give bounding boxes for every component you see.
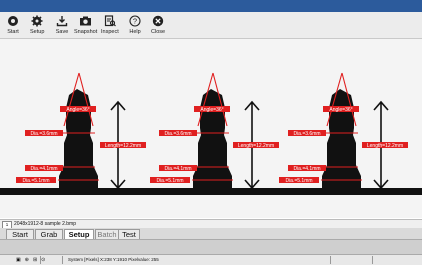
svg-text:Dia.=4.1mm: Dia.=4.1mm [30,166,57,172]
svg-text:Dia.=3.6mm: Dia.=3.6mm [30,131,57,137]
tab-bar: Start Grab Setup Batch Test [0,228,422,240]
inspect-button[interactable]: Inspect [101,14,119,37]
part-1: Angle=36° Dia.=3.6mm Length=12.2mm Dia.=… [16,72,146,190]
svg-text:Dia.=4.1mm: Dia.=4.1mm [164,166,191,172]
dia-base-label: Dia.=5.1mm [279,177,319,184]
svg-text:Dia.=5.1mm: Dia.=5.1mm [285,178,312,184]
base-line [0,188,422,195]
dia-top-label: Dia.=3.6mm [25,130,63,137]
svg-text:Length=12.2mm: Length=12.2mm [105,143,141,149]
svg-text:Dia.=5.1mm: Dia.=5.1mm [22,178,49,184]
svg-text:Length=12.2mm: Length=12.2mm [238,143,274,149]
dia-mid-label: Dia.=4.1mm [159,165,197,172]
svg-text:Dia.=3.6mm: Dia.=3.6mm [164,131,191,137]
divider [330,256,331,264]
gear-icon [30,14,44,28]
tab-test[interactable]: Test [118,229,140,239]
close-icon [151,14,165,28]
title-bar [0,0,422,12]
length-label: Length=12.2mm [100,142,146,149]
help-icon: ? [128,14,142,28]
divider [372,256,373,264]
dia-mid-label: Dia.=4.1mm [25,165,63,172]
svg-text:Length=12.2mm: Length=12.2mm [367,143,403,149]
tab-batch[interactable]: Batch [95,229,119,239]
start-icon [6,14,20,28]
angle-label: Angle=36° [60,106,96,113]
setup-button[interactable]: Setup [30,14,44,37]
save-icon [55,14,69,28]
dia-mid-label: Dia.=4.1mm [288,165,326,172]
close-button[interactable]: Close [151,14,165,37]
toolbar: Start Setup Save Snapshot Inspect ? Help [0,12,422,39]
tab-setup[interactable]: Setup [64,229,94,239]
svg-text:Dia.=3.6mm: Dia.=3.6mm [293,131,320,137]
dia-base-label: Dia.=5.1mm [150,177,190,184]
dia-top-label: Dia.=3.6mm [159,130,197,137]
camera-icon [79,14,93,28]
start-button[interactable]: Start [6,14,20,37]
help-button[interactable]: ? Help [128,14,142,37]
svg-text:Dia.=4.1mm: Dia.=4.1mm [293,166,320,172]
length-label: Length=12.2mm [362,142,408,149]
snapshot-button[interactable]: Snapshot [74,14,97,37]
dia-base-label: Dia.=5.1mm [16,177,56,184]
tab-panel [0,240,422,254]
length-label: Length=12.2mm [233,142,279,149]
part-3: Angle=36° Dia.=3.6mm Length=12.2mm Dia.=… [279,72,408,190]
save-button[interactable]: Save [55,14,69,37]
tab-start[interactable]: Start [6,229,34,239]
svg-text:Angle=36°: Angle=36° [66,107,89,113]
svg-text:Dia.=5.1mm: Dia.=5.1mm [156,178,183,184]
tab-grab[interactable]: Grab [35,229,63,239]
angle-label: Angle=36° [323,106,359,113]
divider [62,256,63,264]
svg-text:?: ? [133,17,137,26]
inspection-image: Angle=36° Dia.=3.6mm Length=12.2mm Dia.=… [0,72,422,195]
angle-label: Angle=36° [194,106,230,113]
dia-top-label: Dia.=3.6mm [288,130,326,137]
svg-text:Angle=36°: Angle=36° [200,107,223,113]
inspect-icon [103,14,117,28]
svg-text:Angle=36°: Angle=36° [329,107,352,113]
image-viewport[interactable]: Angle=36° Dia.=3.6mm Length=12.2mm Dia.=… [0,39,422,218]
divider [40,256,41,264]
bottom-status-bar: ▣ ⊕ ⊞ ⊙ System [Pixels] X:238 Y:1910 Pix… [0,254,422,265]
part-2: Angle=36° Dia.=3.6mm Length=12.2mm Dia.=… [150,72,279,190]
